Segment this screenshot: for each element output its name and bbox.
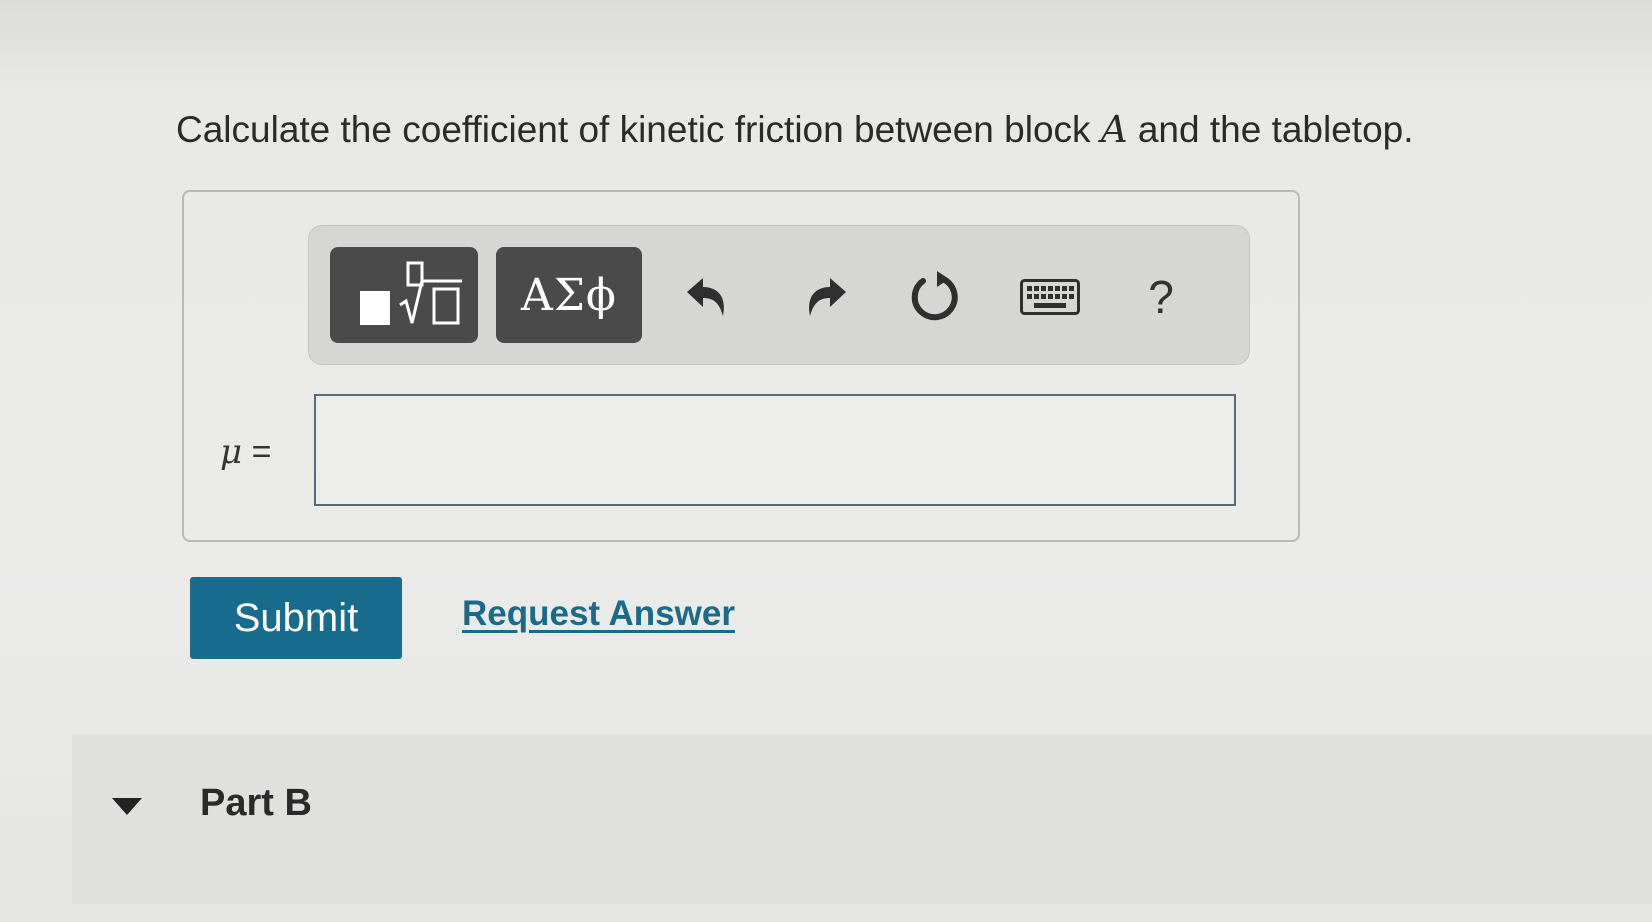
undo-icon — [687, 278, 724, 316]
question-text: Calculate the coefficient of kinetic fri… — [176, 108, 1414, 151]
symbols-button[interactable]: ΑΣϕ — [496, 247, 642, 343]
caret-down-icon[interactable] — [112, 798, 142, 815]
answer-input[interactable] — [314, 394, 1236, 506]
templates-button[interactable] — [330, 247, 478, 343]
redo-button[interactable] — [790, 262, 860, 332]
reset-icon — [911, 271, 958, 321]
answer-variable: μ — [220, 432, 243, 472]
undo-button[interactable] — [673, 262, 743, 332]
redo-icon — [809, 278, 846, 316]
part-b-label[interactable]: Part B — [200, 782, 312, 825]
keyboard-button[interactable] — [1010, 262, 1090, 332]
reset-button[interactable] — [900, 262, 970, 332]
keyboard-icon — [1020, 279, 1080, 315]
page: Calculate the coefficient of kinetic fri… — [0, 0, 1652, 922]
answer-label: μ = — [220, 432, 271, 472]
question-variable: A — [1100, 108, 1128, 151]
submit-button[interactable]: Submit — [190, 577, 402, 659]
equals-sign: = — [251, 433, 272, 471]
question-text-before: Calculate the coefficient of kinetic fri… — [176, 109, 1101, 150]
request-answer-link[interactable]: Request Answer — [462, 594, 735, 634]
fraction-root-template-icon — [360, 261, 462, 325]
help-button[interactable]: ? — [1126, 262, 1196, 332]
question-text-after: and the tabletop. — [1127, 109, 1414, 150]
